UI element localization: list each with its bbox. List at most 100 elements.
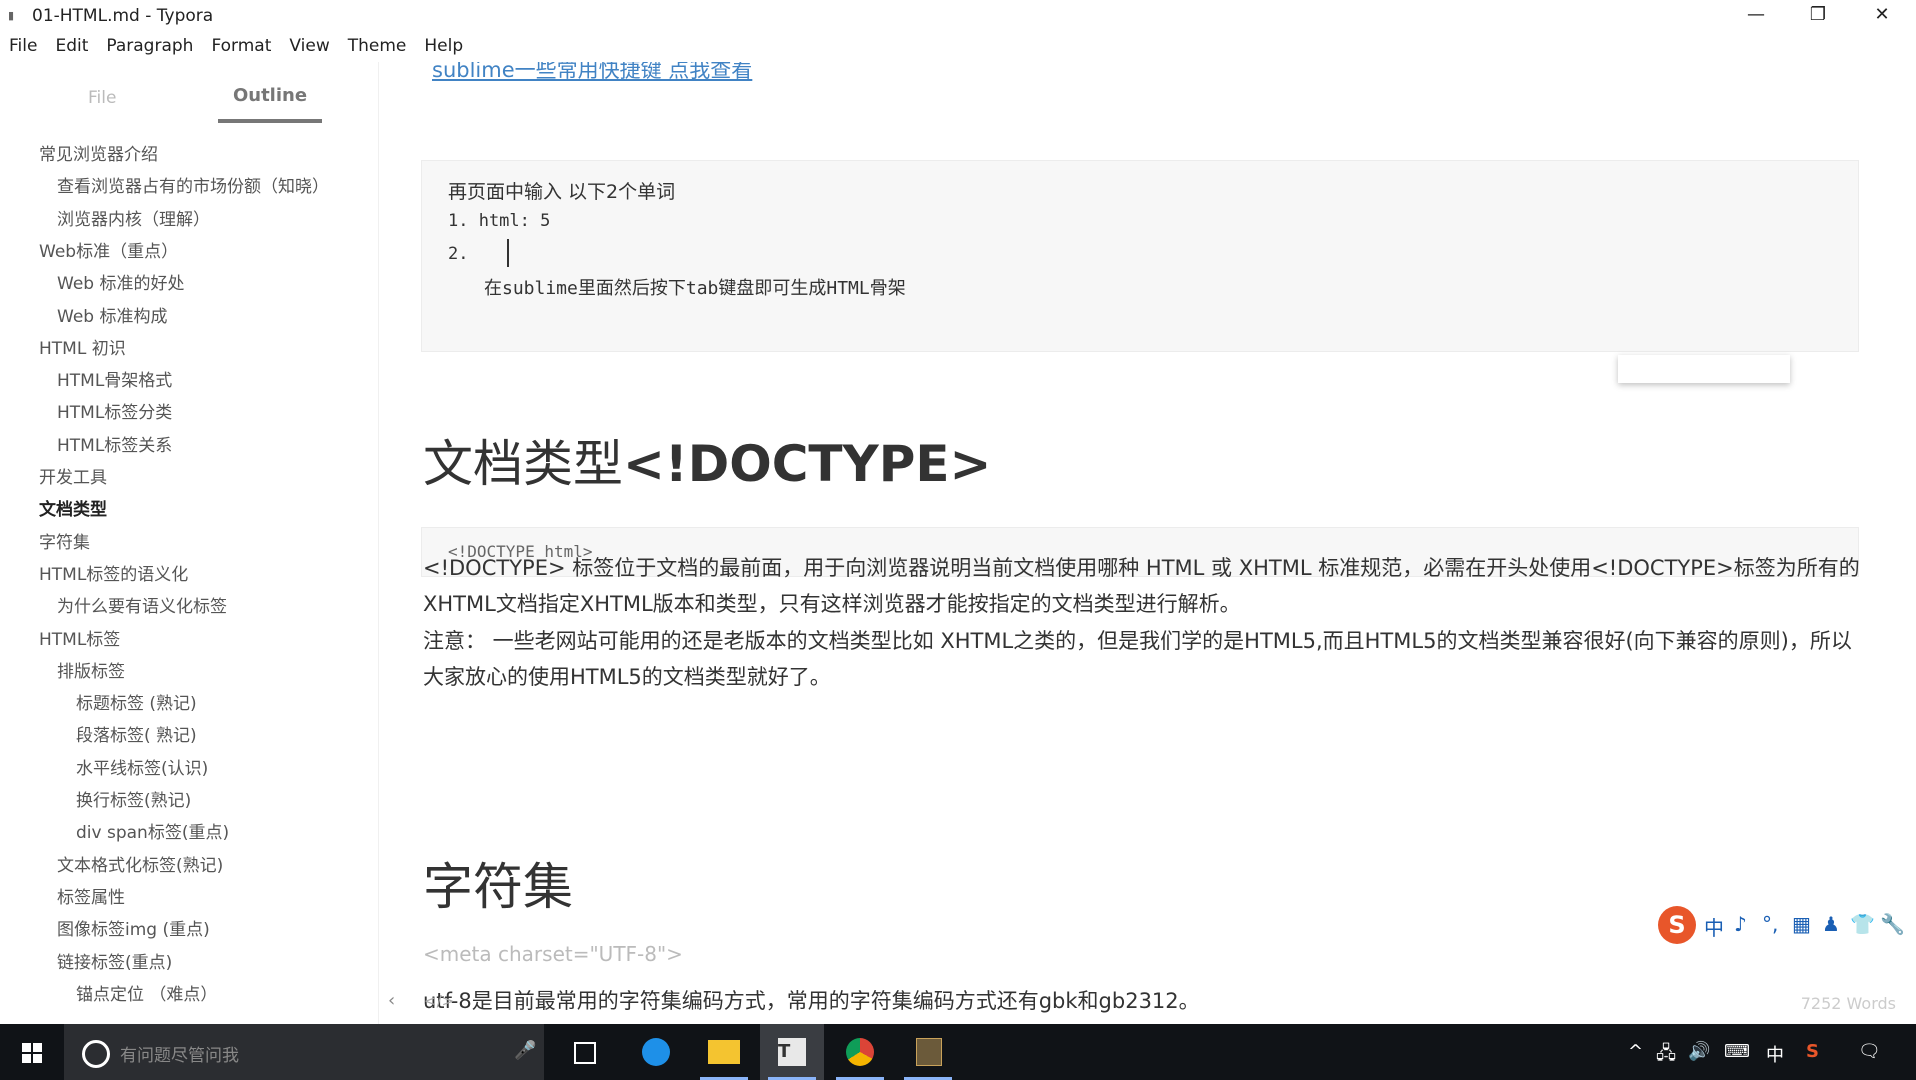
sublime-shortcuts-link[interactable]: sublime一些常用快捷键 点我查看 — [432, 62, 752, 84]
title-bar: ▮ 01-HTML.md - Typora — ❐ ✕ — [0, 0, 1916, 32]
outline-item[interactable]: 为什么要有语义化标签 — [57, 592, 227, 617]
outline-item[interactable]: HTML标签 — [39, 625, 120, 650]
ime-punctuation-icon[interactable]: °, — [1762, 912, 1778, 936]
outline-item[interactable]: 排版标签 — [57, 657, 125, 682]
menu-theme[interactable]: Theme — [339, 32, 416, 56]
outline-item[interactable]: 开发工具 — [39, 463, 107, 488]
outline-item[interactable]: 图像标签img (重点) — [57, 915, 210, 940]
outline-item[interactable]: HTML骨架格式 — [57, 366, 172, 391]
code-line: 2. — [448, 244, 469, 264]
outline-item[interactable]: HTML 初识 — [39, 334, 126, 359]
search-placeholder: 有问题尽管问我 — [120, 1046, 239, 1066]
menu-file[interactable]: File — [0, 32, 46, 56]
chrome-app[interactable] — [828, 1024, 892, 1080]
outline-item[interactable]: 常见浏览器介绍 — [39, 140, 158, 165]
ime-user-icon[interactable]: ♟ — [1822, 912, 1840, 936]
ime-skin-icon[interactable]: 👕 — [1850, 912, 1875, 936]
outline-item[interactable]: 换行标签(熟记) — [76, 786, 191, 811]
volume-icon[interactable]: 🔊 — [1688, 1041, 1710, 1062]
ime-moon-icon[interactable]: ♪ — [1734, 912, 1747, 936]
minimize-button[interactable]: — — [1726, 0, 1786, 32]
code-line: 1. html: 5 — [448, 211, 551, 231]
task-view-button[interactable] — [552, 1024, 616, 1080]
heading-charset: 字符集 — [423, 858, 573, 916]
outline-item[interactable]: HTML标签的语义化 — [39, 560, 188, 585]
menu-edit[interactable]: Edit — [46, 32, 97, 56]
code-block-sublime[interactable]: 再页面中输入 以下2个单词 1. html: 5 2. 在sublime里面然后… — [421, 160, 1859, 352]
typora-icon: T — [778, 1038, 806, 1066]
file-explorer-app[interactable] — [692, 1024, 756, 1080]
paragraph-doctype: <!DOCTYPE> 标签位于文档的最前面，用于向浏览器说明当前文档使用哪种 H… — [423, 556, 1860, 616]
sogou-logo-icon[interactable]: S — [1658, 906, 1696, 944]
editor-content[interactable]: sublime一些常用快捷键 点我查看 再页面中输入 以下2个单词 1. htm… — [378, 62, 1916, 1024]
taskbar: 有问题尽管问我 🎤 T ^ 🖧 🔊 ⌨ 中 S 🗨 — [0, 1024, 1916, 1080]
keyboard-icon[interactable]: ⌨ — [1724, 1041, 1750, 1062]
input-language-indicator[interactable]: 中 — [1766, 1041, 1784, 1067]
heading-doctype: 文档类型<!DOCTYPE> — [423, 424, 991, 496]
task-view-icon — [574, 1042, 596, 1064]
outline-item[interactable]: Web 标准构成 — [57, 302, 167, 327]
sublime-app[interactable] — [896, 1024, 960, 1080]
code-language-input[interactable] — [1618, 355, 1790, 383]
word-count[interactable]: 7252 Words — [1801, 994, 1896, 1013]
text-caret — [507, 239, 509, 267]
windows-logo-icon — [22, 1043, 42, 1063]
outline-item[interactable]: 段落标签( 熟记) — [76, 721, 197, 746]
ime-toolbar: S 中 ♪ °, ▦ ♟ 👕 🔧 — [1658, 906, 1908, 944]
sublime-icon — [916, 1038, 942, 1066]
menu-paragraph[interactable]: Paragraph — [97, 32, 202, 56]
chrome-icon — [846, 1038, 874, 1066]
sidebar-tabs: File Outline — [0, 82, 378, 127]
outline-item[interactable]: 文档类型 — [39, 495, 107, 520]
outline-item[interactable]: div span标签(重点) — [76, 818, 229, 843]
ime-chinese-mode[interactable]: 中 — [1704, 912, 1724, 941]
folder-icon — [708, 1040, 740, 1064]
window-title: 01-HTML.md - Typora — [32, 6, 214, 26]
source-code-mode-icon[interactable]: </> — [424, 992, 454, 1010]
typora-app[interactable]: T — [760, 1024, 824, 1080]
code-line: 在sublime里面然后按下tab键盘即可生成HTML骨架 — [484, 278, 906, 299]
outline-item[interactable]: 标题标签 (熟记) — [76, 689, 197, 714]
tab-outline[interactable]: Outline — [218, 85, 322, 106]
outline-item[interactable]: 标签属性 — [57, 883, 125, 908]
menu-view[interactable]: View — [280, 32, 338, 56]
sidebar: File Outline 常见浏览器介绍查看浏览器占有的市场份额（知晓） 浏览器内… — [0, 62, 379, 1024]
outline-item[interactable]: HTML标签关系 — [57, 431, 172, 456]
outline-item[interactable]: 文本格式化标签(熟记) — [57, 851, 223, 876]
outline-list: 常见浏览器介绍查看浏览器占有的市场份额（知晓） 浏览器内核（理解） Web标准（重点… — [0, 132, 378, 1022]
close-button[interactable]: ✕ — [1852, 0, 1912, 32]
sogou-tray-icon[interactable]: S — [1806, 1041, 1819, 1062]
maximize-button[interactable]: ❐ — [1788, 0, 1848, 32]
outline-item[interactable]: Web 标准的好处 — [57, 269, 184, 294]
cortana-icon — [82, 1040, 110, 1068]
outline-item[interactable]: Web标准（重点） — [39, 237, 178, 262]
edge-app[interactable] — [624, 1024, 688, 1080]
sidebar-footer: ‹ — [0, 990, 395, 1020]
show-hidden-icons[interactable]: ^ — [1628, 1041, 1643, 1062]
active-tab-indicator — [218, 119, 322, 123]
menu-bar: File Edit Paragraph Format View Theme Help — [0, 32, 1916, 62]
edge-icon — [642, 1038, 670, 1066]
ime-settings-icon[interactable]: 🔧 — [1880, 912, 1905, 936]
menu-format[interactable]: Format — [202, 32, 280, 56]
code-line: 再页面中输入 以下2个单词 — [448, 181, 676, 203]
outline-item[interactable]: 浏览器内核（理解） — [57, 205, 210, 230]
tab-file[interactable]: File — [88, 88, 116, 108]
outline-item[interactable]: HTML标签分类 — [57, 398, 172, 423]
menu-help[interactable]: Help — [415, 32, 472, 56]
taskbar-search[interactable]: 有问题尽管问我 🎤 — [64, 1024, 544, 1080]
heading-doctype-cn: 文档类型 — [423, 435, 623, 493]
outline-item[interactable]: 水平线标签(认识) — [76, 754, 208, 779]
ime-keyboard-icon[interactable]: ▦ — [1792, 912, 1811, 936]
network-icon[interactable]: 🖧 — [1656, 1041, 1676, 1071]
typora-app-icon: ▮ — [8, 9, 15, 22]
status-bar: </> 7252 Words — [378, 990, 1916, 1020]
microphone-icon[interactable]: 🎤 — [514, 1040, 536, 1061]
action-center-icon[interactable]: 🗨 — [1858, 1041, 1881, 1062]
paragraph-note: 注意： 一些老网站可能用的还是老版本的文档类型比如 XHTML之类的，但是我们学… — [423, 629, 1852, 689]
heading-doctype-latin: <!DOCTYPE> — [623, 435, 992, 493]
outline-item[interactable]: 链接标签(重点) — [57, 948, 172, 973]
start-button[interactable] — [0, 1024, 64, 1080]
outline-item[interactable]: 查看浏览器占有的市场份额（知晓） — [57, 172, 329, 197]
outline-item[interactable]: 字符集 — [39, 528, 90, 553]
